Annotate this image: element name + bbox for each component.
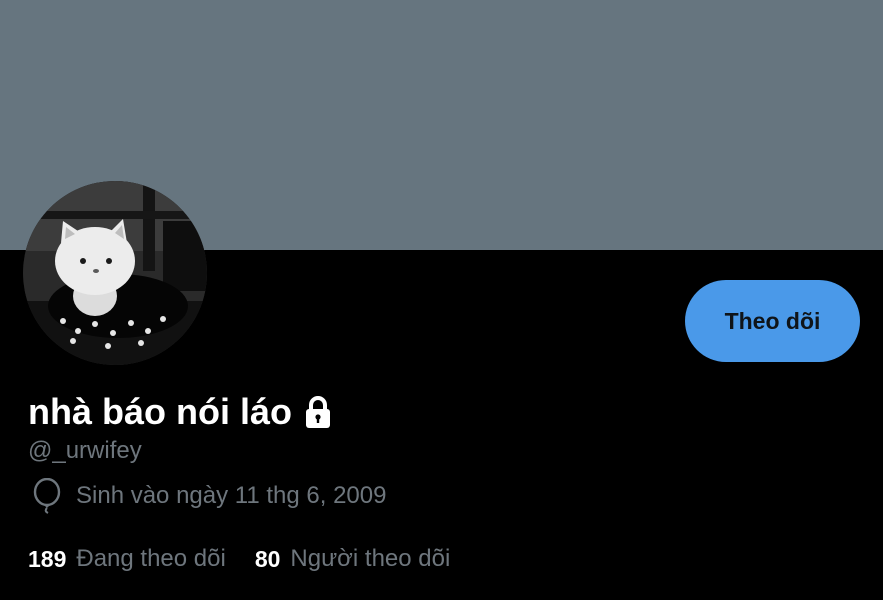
name-row: nhà báo nói láo [28, 388, 336, 436]
birthday-text: Sinh vào ngày 11 thg 6, 2009 [76, 482, 387, 509]
lock-icon [300, 394, 336, 430]
following-label: Đang theo dõi [76, 545, 226, 572]
following-count: 189 [28, 545, 67, 572]
profile-page: Theo dõi nhà báo nói láo @_urwifey Sinh … [0, 0, 883, 600]
profile-handle: @_urwifey [28, 437, 142, 464]
avatar-image [23, 181, 207, 365]
follow-button[interactable]: Theo dõi [685, 280, 860, 362]
display-name: nhà báo nói láo [28, 391, 293, 432]
following-link[interactable]: 189 Đang theo dõi [28, 545, 226, 573]
followers-label: Người theo dõi [290, 545, 451, 572]
followers-count: 80 [254, 545, 281, 572]
followers-link[interactable]: 80 Người theo dõi [255, 545, 450, 573]
stats-row: 189 Đang theo dõi 80 Người theo dõi [28, 542, 450, 576]
balloon-icon [32, 477, 64, 514]
birthday-row: Sinh vào ngày 11 thg 6, 2009 [32, 477, 387, 514]
avatar[interactable] [23, 181, 207, 365]
